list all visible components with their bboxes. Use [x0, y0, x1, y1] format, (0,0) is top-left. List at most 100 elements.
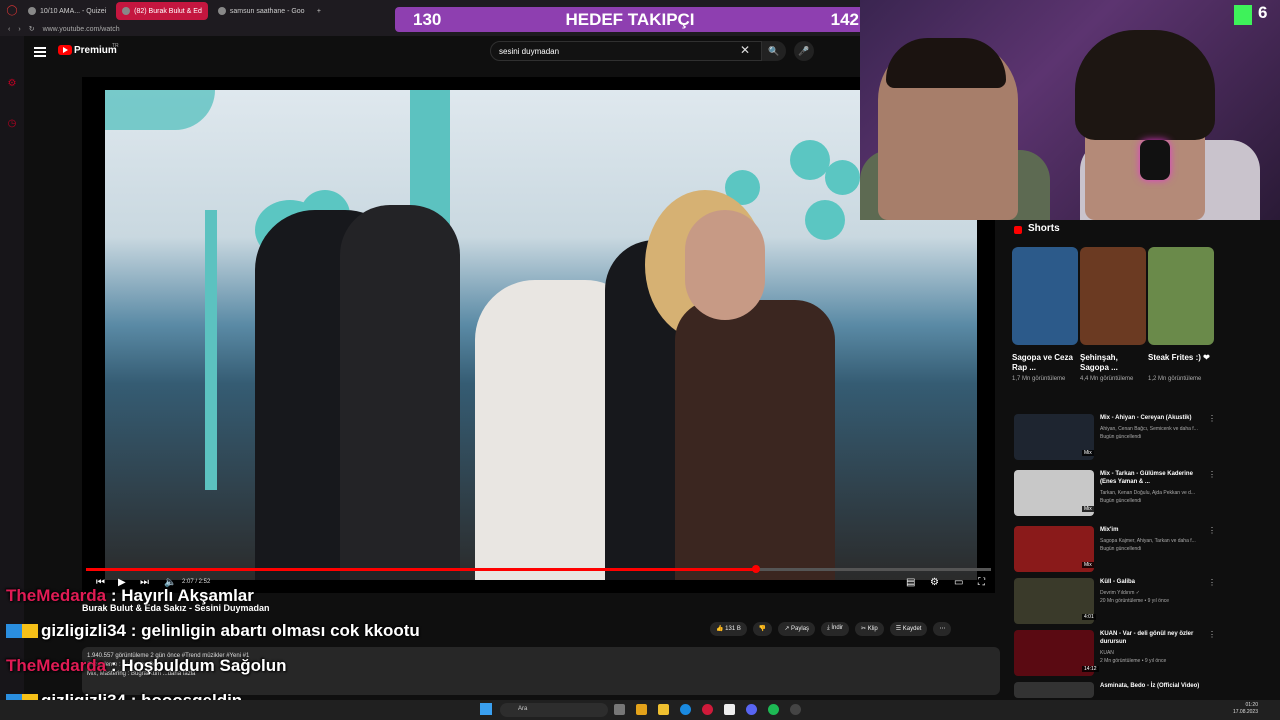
tab-google[interactable]: samsun saathane - Goo [212, 2, 307, 20]
video-duration: 4:01 [1082, 614, 1096, 620]
spotify-icon[interactable] [768, 704, 779, 715]
subtitles-icon[interactable]: ▤ [906, 577, 915, 588]
tab-label: (82) Burak Bulut & Ed [134, 7, 202, 15]
tab-favicon [217, 7, 226, 15]
reload-icon[interactable]: ↻ [29, 25, 35, 33]
opera-gx-icon[interactable] [702, 704, 713, 715]
recommendation-title[interactable]: KUAN - Var - deli gönül ney özler dururs… [1100, 630, 1210, 646]
opera-icon[interactable]: ◯ [6, 5, 18, 17]
theater-mode-icon[interactable]: ▭ [954, 577, 963, 588]
chat-message: TheMedarda : Hoşbuldum Sağolun [6, 656, 287, 676]
back-icon[interactable]: ‹ [8, 26, 10, 33]
crown-icon [22, 624, 38, 638]
recommendation-channel: Tarkan, Kenan Doğulu, Ajda Pekkan ve d..… [1100, 490, 1196, 496]
tab-quizei[interactable]: 10/10 AMA... - Quizei [22, 2, 112, 20]
windows-taskbar: Ara 01:20 17.08.2023 [0, 700, 1280, 720]
video-duration: 14:12 [1082, 666, 1099, 672]
voice-search-button[interactable]: 🎤 [794, 41, 814, 61]
recommendation-title[interactable]: Mix - Ahiyan - Cereyan (Akustik) [1100, 414, 1210, 422]
goal-target: 142 [830, 10, 859, 29]
download-button[interactable]: ⤓ İndir [821, 622, 850, 636]
share-label: Paylaş [791, 626, 810, 632]
more-options-icon[interactable]: ⋮ [1208, 630, 1216, 639]
chat-text: : Hoşbuldum Sağolun [110, 656, 287, 675]
short-card[interactable]: Steak Frites :) ❤ 1,2 Mn görüntüleme [1148, 247, 1214, 383]
sidebar-icon[interactable]: ◷ [6, 118, 18, 130]
download-label: İndir [831, 625, 844, 631]
forward-icon[interactable]: › [18, 26, 20, 33]
recommendation-item[interactable]: 4:01 Küll - Galiba Devrim Yıldırım ✓ 20 … [1014, 578, 1216, 628]
sidebar-icon[interactable]: ⚙ [6, 78, 18, 90]
recommendation-title[interactable]: Mix'im [1100, 526, 1210, 534]
recommendation-thumbnail[interactable] [1014, 682, 1094, 698]
short-title[interactable]: Şehinşah, Sagopa ... [1080, 353, 1146, 373]
system-clock[interactable]: 01:20 17.08.2023 [1228, 702, 1258, 716]
more-options-icon[interactable]: ⋮ [1208, 526, 1216, 535]
recommendation-item[interactable]: Mix Mix - Ahiyan - Cereyan (Akustik) Ahi… [1014, 414, 1216, 464]
url-text[interactable]: www.youtube.com/watch [43, 26, 120, 33]
video-player[interactable]: ⏮ ▶ ⏭ 🔈 2:07 / 2:52 ▤ ⚙ ▭ ⛶ [82, 77, 995, 593]
discord-icon[interactable] [746, 704, 757, 715]
short-views: 4,4 Mn görüntüleme [1080, 376, 1134, 382]
progress-scrubber[interactable] [751, 565, 760, 573]
edge-icon[interactable] [680, 704, 691, 715]
clip-button[interactable]: ✂ Klip [855, 622, 884, 636]
more-options-icon[interactable]: ⋮ [1208, 414, 1216, 423]
short-card[interactable]: Sagopa ve Ceza Rap ... 1,7 Mn görüntülem… [1012, 247, 1078, 383]
recommendation-item[interactable]: Mix Mix - Tarkan - Gülümse Kaderine (Ene… [1014, 470, 1216, 520]
dislike-button[interactable]: 👎 [752, 622, 773, 636]
obs-icon[interactable] [790, 704, 801, 715]
new-tab-button[interactable]: + [311, 2, 327, 20]
save-button[interactable]: ☰ Kaydet [889, 622, 928, 636]
windows-start-icon[interactable] [480, 703, 492, 715]
tab-youtube[interactable]: (82) Burak Bulut & Ed [116, 2, 208, 20]
task-view-icon[interactable] [614, 704, 625, 715]
short-thumbnail[interactable] [1148, 247, 1214, 345]
short-title[interactable]: Steak Frites :) ❤ [1148, 353, 1214, 373]
recommendation-item[interactable]: Asminata, Bedo - İz (Official Video) [1014, 682, 1214, 698]
more-options-icon[interactable]: ⋯ [933, 622, 952, 636]
fullscreen-icon[interactable]: ⛶ [978, 577, 985, 588]
recommendation-title[interactable]: Mix - Tarkan - Gülümse Kaderine (Enes Ya… [1100, 470, 1210, 486]
recommendation-title[interactable]: Asminata, Bedo - İz (Official Video) [1100, 682, 1210, 690]
recommendation-meta: 2 Mn görüntüleme • 9 yıl önce [1100, 658, 1167, 664]
search-button[interactable]: 🔍 [762, 41, 786, 61]
shorts-icon [1014, 226, 1022, 234]
short-card[interactable]: Şehinşah, Sagopa ... 4,4 Mn görüntüleme [1080, 247, 1146, 383]
file-explorer-icon[interactable] [636, 704, 647, 715]
progress-fill [86, 568, 756, 571]
more-options-icon[interactable]: ⋮ [1208, 578, 1216, 587]
settings-gear-icon[interactable]: ⚙ [930, 577, 939, 588]
video-frame[interactable] [105, 90, 977, 580]
chat-text: : gelinligin abartı olması cok kkootu [130, 621, 420, 640]
clear-search-icon[interactable]: ✕ [740, 43, 750, 57]
folder-icon[interactable] [658, 704, 669, 715]
tab-label: 10/10 AMA... - Quizei [40, 7, 107, 15]
youtube-brand[interactable]: Premium [74, 45, 117, 56]
webcam-feed [860, 0, 1280, 220]
more-options-icon[interactable]: ⋮ [1208, 470, 1216, 479]
recommendation-item[interactable]: Mix Mix'im Sagopa Kajmer, Ahiyan, Tarkan… [1014, 526, 1216, 576]
like-button[interactable]: 👍 131 B [710, 622, 747, 636]
short-views: 1,7 Mn görüntüleme [1012, 376, 1066, 382]
taskbar-search[interactable]: Ara [500, 703, 608, 717]
hamburger-menu-icon[interactable] [34, 45, 46, 57]
kick-logo-icon [1234, 5, 1252, 25]
clock-date: 17.08.2023 [1232, 709, 1258, 715]
save-label: Kaydet [902, 626, 922, 632]
youtube-logo-icon[interactable] [58, 45, 72, 55]
short-title[interactable]: Sagopa ve Ceza Rap ... [1012, 353, 1078, 373]
tab-favicon [122, 7, 131, 15]
short-thumbnail[interactable] [1012, 247, 1078, 345]
recommendation-item[interactable]: 14:12 KUAN - Var - deli gönül ney özler … [1014, 630, 1216, 680]
region-code: TR [112, 43, 119, 49]
search-input[interactable]: sesini duymadan [490, 41, 762, 61]
store-icon[interactable] [724, 704, 735, 715]
recommendation-meta: Bugün güncellendi [1100, 498, 1142, 504]
share-button[interactable]: ↗ Paylaş [778, 622, 816, 636]
like-count: 131 B [725, 626, 741, 632]
time-display: 2:07 / 2:52 [182, 579, 211, 585]
video-progress-bar[interactable] [86, 565, 991, 573]
recommendation-title[interactable]: Küll - Galiba [1100, 578, 1210, 586]
short-thumbnail[interactable] [1080, 247, 1146, 345]
